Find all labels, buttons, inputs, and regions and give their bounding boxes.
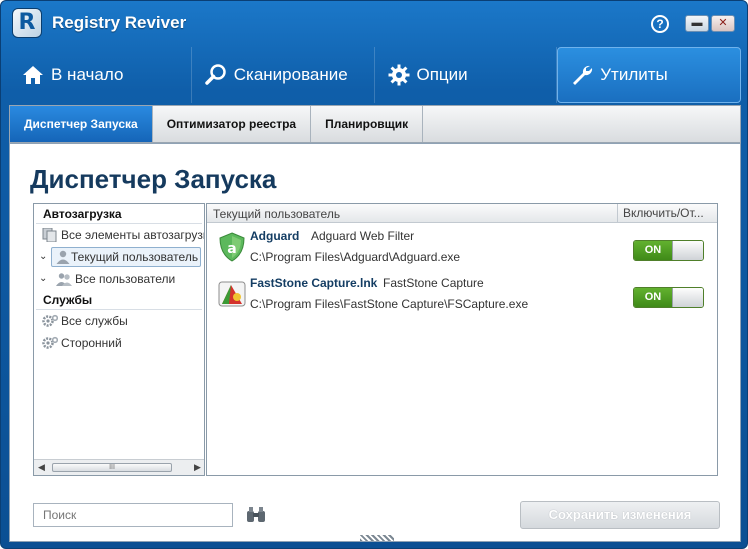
documents-icon	[42, 228, 57, 242]
list-item[interactable]: a Adguard Adguard Web Filter C:\Program …	[207, 226, 717, 272]
tree-item-label: Текущий пользователь	[51, 247, 202, 267]
title-bar: R Registry Reviver ? ▬ ✕	[1, 1, 747, 47]
list-item[interactable]: FastStone Capture.lnk FastStone Capture …	[207, 273, 717, 319]
nav-home-label: В начало	[51, 65, 124, 84]
gears-icon	[42, 314, 58, 327]
nav-utilities[interactable]: Утилиты	[557, 47, 741, 103]
scroll-thumb[interactable]: III	[52, 463, 172, 472]
user-icon	[56, 250, 70, 264]
tree-item-third-party[interactable]: Сторонний	[34, 332, 204, 354]
tree-item-label: Все пользователи	[75, 272, 176, 286]
enable-toggle[interactable]: ON	[633, 287, 704, 308]
nav-scan[interactable]: Сканирование	[192, 47, 375, 103]
svg-text:a: a	[227, 241, 236, 257]
list-header: Текущий пользователь Включить/От...	[207, 204, 717, 223]
main-nav: В начало Сканирование Опции Утилиты	[9, 47, 741, 103]
tree-item-all-users[interactable]: ⌄ Все пользователи	[34, 268, 204, 290]
app-logo-icon: R	[12, 8, 42, 38]
users-icon	[56, 273, 72, 286]
gears-icon	[42, 336, 58, 349]
entry-name: FastStone Capture.lnk	[250, 276, 378, 290]
tree-item-all-services[interactable]: Все службы	[34, 310, 204, 332]
nav-options-label: Опции	[416, 65, 468, 84]
content-panel: Диспетчер Запуска Автозагрузка Все элеме…	[9, 143, 741, 542]
help-button[interactable]: ?	[651, 15, 669, 33]
chevron-down-icon[interactable]: ⌄	[39, 268, 47, 290]
tree-group-autoload: Автозагрузка	[36, 204, 202, 224]
app-title: Registry Reviver	[52, 13, 187, 32]
close-button[interactable]: ✕	[711, 15, 735, 32]
category-tree: Автозагрузка Все элементы автозагрузк ⌄ …	[33, 203, 205, 476]
toggle-state: ON	[634, 241, 672, 260]
tree-item-current-user[interactable]: ⌄ Текущий пользователь	[34, 246, 204, 268]
tab-startup-manager[interactable]: Диспетчер Запуска	[10, 106, 153, 142]
scroll-left-icon[interactable]: ◀	[38, 462, 45, 473]
save-changes-button[interactable]: Сохранить изменения	[520, 501, 720, 529]
enable-toggle[interactable]: ON	[633, 240, 704, 261]
gear-icon	[388, 64, 409, 86]
entry-path: C:\Program Files\FastStone Capture\FSCap…	[250, 297, 529, 311]
tree-group-services: Службы	[36, 290, 202, 310]
chevron-down-icon[interactable]: ⌄	[39, 246, 47, 268]
column-header-enable[interactable]: Включить/От...	[617, 204, 717, 222]
tree-item-all-items[interactable]: Все элементы автозагрузк	[34, 224, 204, 246]
startup-list: Текущий пользователь Включить/От... a Ad…	[206, 203, 718, 476]
resize-grip[interactable]	[360, 535, 394, 541]
nav-utilities-label: Утилиты	[600, 65, 668, 84]
entry-name: Adguard	[250, 229, 300, 243]
adguard-shield-icon: a	[219, 232, 245, 262]
faststone-capture-icon	[218, 281, 246, 307]
toggle-knob[interactable]	[672, 241, 703, 260]
horizontal-scrollbar[interactable]: ◀ III ▶	[34, 459, 204, 475]
nav-scan-label: Сканирование	[233, 65, 348, 84]
search-input[interactable]	[33, 503, 233, 527]
wrench-icon	[573, 65, 593, 85]
binoculars-icon[interactable]	[246, 506, 266, 524]
page-title: Диспетчер Запуска	[30, 164, 277, 194]
home-icon	[23, 66, 43, 84]
tree-item-label: Все службы	[61, 314, 128, 328]
toggle-knob[interactable]	[672, 288, 703, 307]
search-icon	[205, 64, 226, 85]
minimize-button[interactable]: ▬	[685, 15, 709, 32]
tab-scheduler[interactable]: Планировщик	[311, 106, 424, 142]
nav-options[interactable]: Опции	[375, 47, 558, 103]
scroll-right-icon[interactable]: ▶	[194, 462, 201, 473]
entry-path: C:\Program Files\Adguard\Adguard.exe	[250, 250, 461, 264]
tab-registry-optimizer[interactable]: Оптимизатор реестра	[153, 106, 312, 142]
tree-item-label: Все элементы автозагрузк	[61, 228, 204, 242]
toggle-state: ON	[634, 288, 672, 307]
app-window: R Registry Reviver ? ▬ ✕ В начало Сканир…	[0, 0, 748, 549]
nav-home[interactable]: В начало	[9, 47, 192, 103]
sub-tab-bar: Диспетчер Запуска Оптимизатор реестра Пл…	[9, 105, 741, 143]
tree-item-label: Сторонний	[61, 336, 122, 350]
entry-description: Adguard Web Filter	[311, 229, 415, 243]
entry-description: FastStone Capture	[383, 276, 484, 290]
column-header-user[interactable]: Текущий пользователь	[213, 207, 340, 221]
